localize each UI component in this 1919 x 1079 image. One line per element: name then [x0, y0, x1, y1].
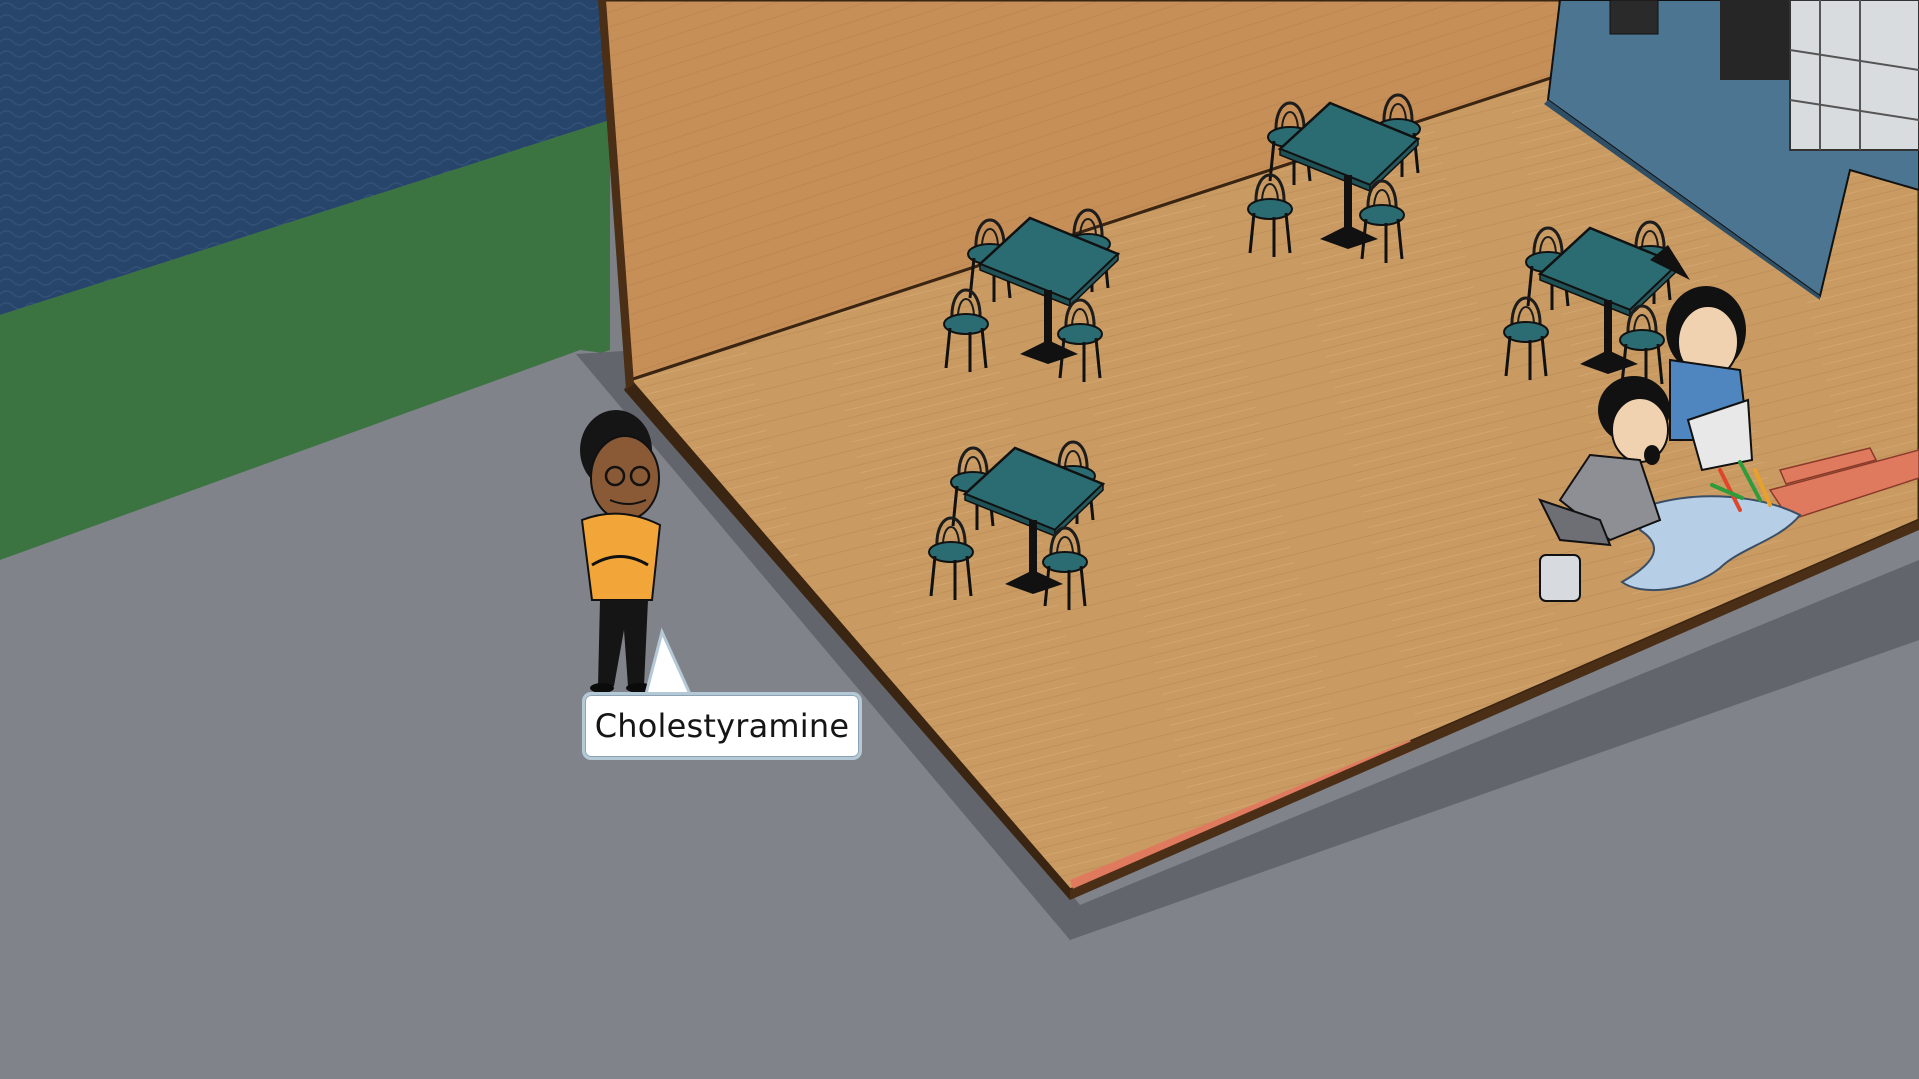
speech-bubble: Cholestyramine	[582, 692, 862, 760]
speech-bubble-text: Cholestyramine	[594, 707, 850, 745]
restaurant-scene	[0, 0, 1919, 1079]
